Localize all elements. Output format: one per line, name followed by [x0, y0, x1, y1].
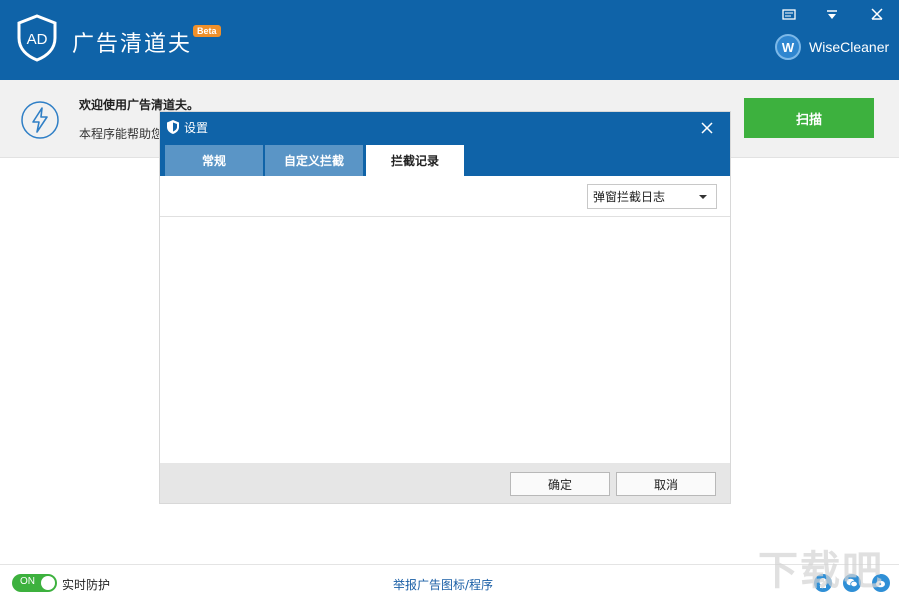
realtime-protection-toggle[interactable]: ON — [12, 574, 57, 592]
welcome-text: 欢迎使用广告清道夫。 — [79, 98, 200, 112]
wisecleaner-logo-icon: W — [775, 34, 801, 60]
toggle-state-label: ON — [20, 576, 35, 587]
title-bar: AD 广告清道夫 Beta W WiseCleaner — [0, 0, 899, 80]
scan-button[interactable]: 扫描 — [744, 98, 874, 138]
close-window-icon[interactable] — [864, 4, 890, 24]
divider — [160, 216, 730, 217]
dialog-close-icon[interactable] — [696, 118, 718, 138]
tab-custom-block[interactable]: 自定义拦截 — [265, 145, 363, 176]
report-ad-link[interactable]: 举报广告图标/程序 — [393, 576, 493, 593]
menu-dropdown-icon[interactable] — [819, 5, 845, 25]
svg-text:AD: AD — [27, 31, 48, 48]
log-type-value: 弹窗拦截日志 — [593, 190, 666, 204]
brand-name: WiseCleaner — [809, 39, 890, 55]
tab-block-log[interactable]: 拦截记录 — [366, 145, 464, 176]
chevron-down-icon — [699, 195, 707, 199]
wisecleaner-brand[interactable]: W WiseCleaner — [775, 34, 889, 60]
watermark: 下载吧 — [758, 548, 884, 594]
app-logo-icon: AD — [17, 14, 57, 62]
dialog-header: 设置 常规 自定义拦截 拦截记录 — [160, 112, 730, 176]
dialog-title: 设置 — [184, 121, 209, 135]
toggle-knob — [41, 576, 55, 590]
tab-general[interactable]: 常规 — [165, 145, 263, 176]
app-title: 广告清道夫 — [72, 32, 193, 57]
ok-button[interactable]: 确定 — [510, 472, 610, 496]
log-type-select[interactable]: 弹窗拦截日志 — [587, 184, 717, 209]
cancel-button[interactable]: 取消 — [616, 472, 716, 496]
realtime-protection-label: 实时防护 — [62, 578, 111, 592]
feedback-icon[interactable] — [776, 5, 802, 25]
beta-badge: Beta — [193, 25, 221, 37]
lightning-icon — [21, 101, 59, 139]
settings-dialog: 设置 常规 自定义拦截 拦截记录 弹窗拦截日志 确定 取消 — [160, 112, 730, 503]
dialog-footer: 确定 取消 — [160, 463, 730, 503]
shield-icon — [167, 120, 179, 134]
description-text: 本程序能帮助您 — [79, 127, 164, 141]
